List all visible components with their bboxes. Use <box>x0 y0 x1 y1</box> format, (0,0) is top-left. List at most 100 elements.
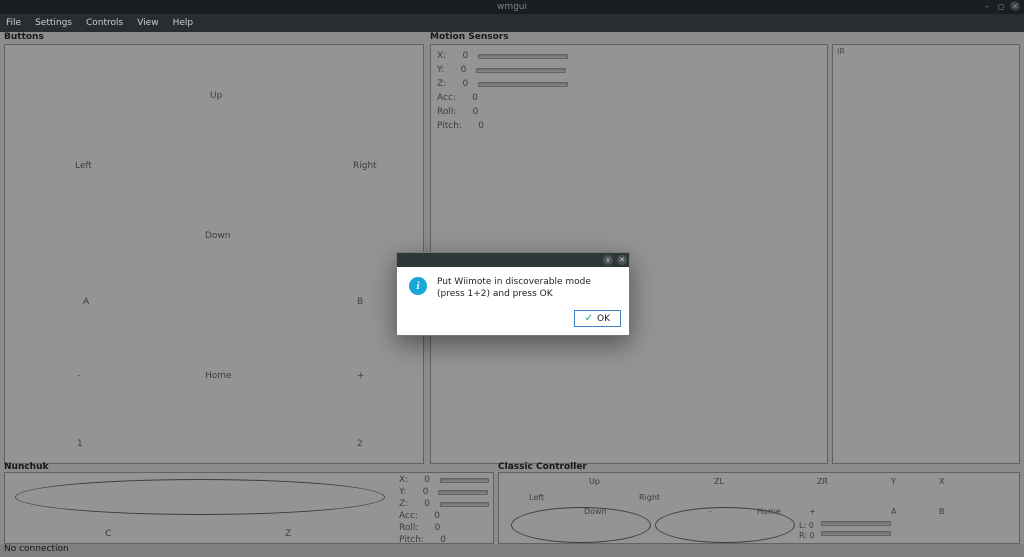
close-icon[interactable]: ✕ <box>1010 1 1020 11</box>
motion-bar-y <box>476 68 566 73</box>
dialog: ∨ ✕ i Put Wiimote in discoverable mode (… <box>396 252 630 336</box>
ok-button-label: OK <box>597 314 610 324</box>
cc-label-plus: + <box>809 507 816 516</box>
label-home: Home <box>205 371 232 381</box>
check-icon: ✓ <box>585 313 593 324</box>
window-controls: – ○ ✕ <box>982 1 1020 11</box>
section-label-ir: IR <box>837 47 845 56</box>
label-left: Left <box>75 161 92 171</box>
window-title: wmgui <box>497 2 527 12</box>
label-right: Right <box>353 161 377 171</box>
cc-label-right: Right <box>639 493 660 502</box>
ir-panel: IR <box>832 44 1020 464</box>
section-label-classic: Classic Controller <box>498 462 587 472</box>
nunchuk-row-y: Y: 0 <box>399 487 489 497</box>
dialog-message: Put Wiimote in discoverable mode (press … <box>437 277 617 300</box>
cc-bar-r <box>821 531 891 536</box>
cc-label-zr: ZR <box>817 477 828 486</box>
nunchuk-row-roll: Roll:0 <box>399 523 489 533</box>
dialog-button-row: ✓ OK <box>397 306 629 335</box>
motion-value-pitch: 0 <box>472 121 484 131</box>
nunchuk-row-x: X: 0 <box>399 475 489 485</box>
label-up: Up <box>210 91 222 101</box>
nunchuk-label-acc: Acc: <box>399 511 418 521</box>
motion-label-pitch: Pitch: <box>437 121 462 131</box>
nunchuk-bar-x <box>440 478 489 483</box>
motion-row-x: X: 0 <box>437 51 568 61</box>
nunchuk-label-y: Y: <box>399 487 406 497</box>
cc-label-left: Left <box>529 493 544 502</box>
motion-row-z: Z: 0 <box>437 79 568 89</box>
label-c: C <box>105 529 111 539</box>
nunchuk-stick-ellipse <box>15 479 385 515</box>
nunchuk-value-roll: 0 <box>428 523 440 533</box>
nunchuk-value-z: 0 <box>418 499 430 509</box>
nunchuk-value-acc: 0 <box>428 511 440 521</box>
dialog-menu-icon[interactable]: ∨ <box>603 255 613 265</box>
menu-view[interactable]: View <box>137 18 158 28</box>
nunchuk-value-x: 0 <box>418 475 430 485</box>
section-label-motion: Motion Sensors <box>430 32 509 42</box>
cc-label-x: X <box>939 477 944 486</box>
label-minus: - <box>77 371 80 381</box>
motion-label-x: X: <box>437 51 446 61</box>
nunchuk-value-y: 0 <box>416 487 428 497</box>
window-titlebar: wmgui – ○ ✕ <box>0 0 1024 14</box>
menu-controls[interactable]: Controls <box>86 18 123 28</box>
nunchuk-bar-y <box>438 490 488 495</box>
motion-value-z: 0 <box>456 79 468 89</box>
motion-value-x: 0 <box>456 51 468 61</box>
cc-label-up: Up <box>589 477 600 486</box>
ok-button[interactable]: ✓ OK <box>574 310 621 327</box>
cc-right-stick <box>655 507 795 543</box>
motion-row-acc: Acc: 0 <box>437 93 478 103</box>
motion-label-acc: Acc: <box>437 93 456 103</box>
nunchuk-row-z: Z: 0 <box>399 499 489 509</box>
cc-bar-l <box>821 521 891 526</box>
motion-row-roll: Roll: 0 <box>437 107 478 117</box>
cc-label-a: A <box>891 507 896 516</box>
motion-value-roll: 0 <box>466 107 478 117</box>
nunchuk-label-z: Z: <box>399 499 408 509</box>
cc-label-b: B <box>939 507 945 516</box>
status-bar: No connection <box>0 544 1024 557</box>
cc-left-stick <box>511 507 651 543</box>
motion-row-y: Y: 0 <box>437 65 566 75</box>
minimize-icon[interactable]: – <box>982 1 992 11</box>
section-label-buttons: Buttons <box>4 32 44 42</box>
motion-label-roll: Roll: <box>437 107 456 117</box>
dialog-close-icon[interactable]: ✕ <box>617 255 627 265</box>
motion-bar-z <box>478 82 568 87</box>
cc-label-y: Y <box>891 477 896 486</box>
maximize-icon[interactable]: ○ <box>996 1 1006 11</box>
nunchuk-bar-z <box>440 502 489 507</box>
label-plus: + <box>357 371 365 381</box>
dialog-body: i Put Wiimote in discoverable mode (pres… <box>397 267 629 306</box>
section-label-nunchuk: Nunchuk <box>4 462 48 472</box>
motion-label-y: Y: <box>437 65 444 75</box>
label-down: Down <box>205 231 231 241</box>
label-a: A <box>83 297 89 307</box>
cc-label-l0: L: 0 <box>799 521 814 530</box>
menu-settings[interactable]: Settings <box>35 18 72 28</box>
label-b: B <box>357 297 363 307</box>
classic-panel: Up ZL ZR Y X Left Right Down - Home + A … <box>498 472 1020 544</box>
menu-file[interactable]: File <box>6 18 21 28</box>
menu-help[interactable]: Help <box>173 18 194 28</box>
status-text: No connection <box>4 544 69 554</box>
nunchuk-row-acc: Acc: 0 <box>399 511 489 521</box>
motion-bar-x <box>478 54 568 59</box>
info-icon: i <box>409 277 427 295</box>
motion-row-pitch: Pitch: 0 <box>437 121 484 131</box>
cc-label-r0: R: 0 <box>799 531 815 540</box>
menubar: File Settings Controls View Help <box>0 14 1024 32</box>
nunchuk-sensors: X:0 Y:0 Z:0 Acc:0 Roll:0 Pitch:0 <box>399 475 489 547</box>
nunchuk-panel: C Z X:0 Y:0 Z:0 Acc:0 Roll:0 Pitch:0 <box>4 472 494 544</box>
motion-value-acc: 0 <box>466 93 478 103</box>
label-two: 2 <box>357 439 363 449</box>
label-one: 1 <box>77 439 83 449</box>
motion-label-z: Z: <box>437 79 446 89</box>
nunchuk-label-x: X: <box>399 475 408 485</box>
motion-value-y: 0 <box>454 65 466 75</box>
label-z: Z <box>285 529 291 539</box>
